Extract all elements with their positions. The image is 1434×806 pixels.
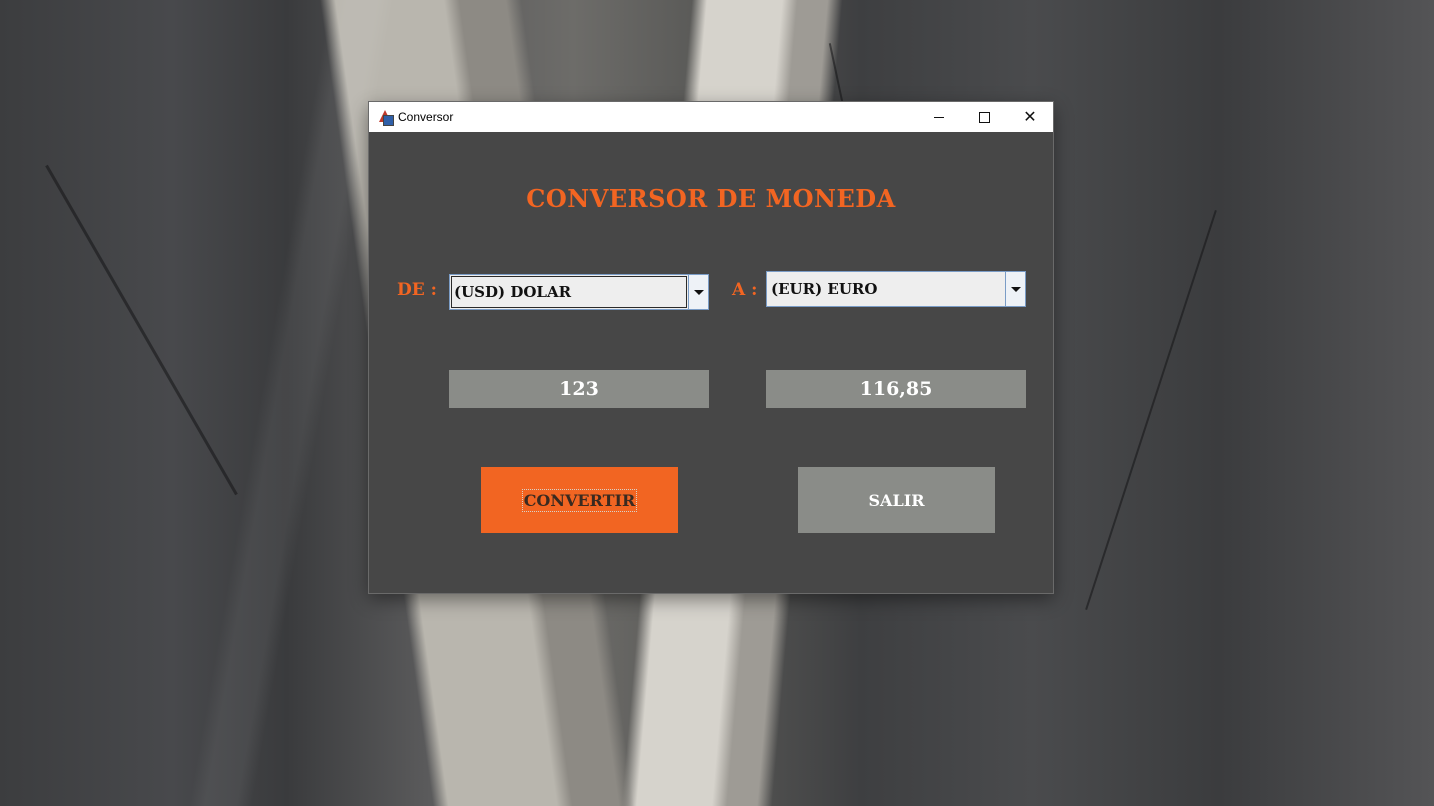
maximize-button[interactable] [961, 102, 1007, 132]
close-icon: ✕ [1023, 109, 1037, 126]
amount-input[interactable]: 123 [449, 370, 709, 408]
to-label: A : [732, 280, 758, 300]
minimize-button[interactable] [916, 102, 962, 132]
from-label: DE : [397, 280, 437, 300]
from-dropdown-button[interactable] [688, 275, 708, 309]
exit-button-label: SALIR [868, 490, 925, 510]
maximize-icon [978, 111, 990, 123]
close-button[interactable]: ✕ [1007, 102, 1053, 132]
converter-window: Conversor ✕ CONVERSOR DE MONEDA DE : (US… [369, 102, 1053, 593]
chevron-down-icon [693, 289, 704, 295]
app-java-icon [377, 109, 394, 126]
exit-button[interactable]: SALIR [798, 467, 995, 533]
from-currency-value: (USD) DOLAR [454, 283, 572, 301]
to-currency-value: (EUR) EURO [771, 280, 878, 298]
convert-button-label: CONVERTIR [521, 488, 638, 512]
to-dropdown-button[interactable] [1005, 272, 1025, 306]
from-currency-select[interactable]: (USD) DOLAR [449, 274, 709, 310]
minimize-icon [934, 116, 944, 118]
title-bar[interactable]: Conversor ✕ [369, 102, 1053, 132]
to-currency-select[interactable]: (EUR) EURO [766, 271, 1026, 307]
page-title: CONVERSOR DE MONEDA [526, 184, 896, 213]
window-title: Conversor [398, 110, 454, 124]
result-field[interactable]: 116,85 [766, 370, 1026, 408]
convert-button[interactable]: CONVERTIR [481, 467, 678, 533]
chevron-down-icon [1010, 286, 1021, 292]
